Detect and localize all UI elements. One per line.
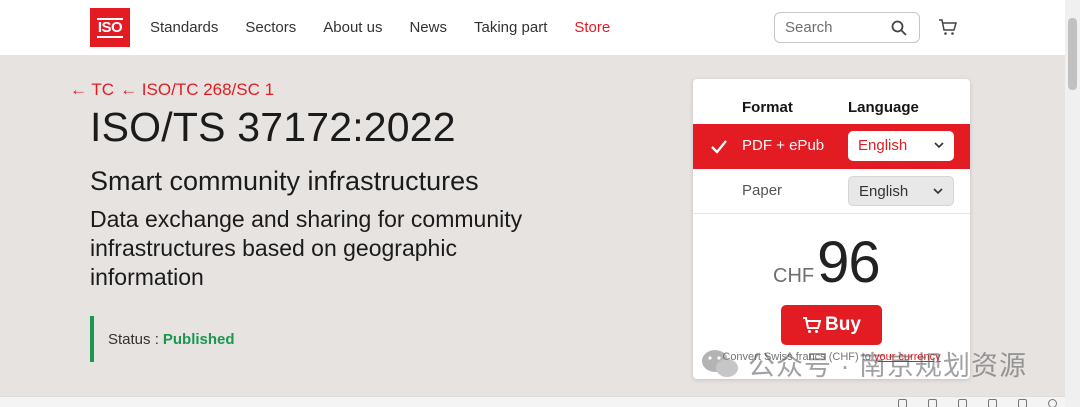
comment-icon[interactable] [1018,399,1027,407]
language-select-pdf[interactable]: English [848,131,954,161]
language-value: English [859,183,909,200]
format-header: Format [742,99,793,116]
delete-icon[interactable] [958,399,967,407]
iso-logo[interactable]: ISO [90,8,130,47]
watermark: 公众号 · 南京规划资源 [700,344,1027,383]
page-title: ISO/TS 37172:2022 [90,104,456,150]
chevron-down-icon [933,188,943,195]
price-amount: 96 [817,230,881,295]
nav-sectors[interactable]: Sectors [245,18,296,38]
breadcrumb: ← TC ← ISO/TC 268/SC 1 [70,80,274,100]
link-icon[interactable] [898,399,907,407]
price: CHF 96 [773,229,881,296]
language-select-paper[interactable]: English [848,176,954,206]
cart-icon[interactable] [938,18,958,36]
wechat-icon [702,349,738,377]
bottom-toolbar [0,396,1065,407]
nav-standards[interactable]: Standards [150,18,218,38]
format-label: PDF + ePub [742,137,825,154]
more-icon[interactable] [1048,399,1057,407]
nav-about-us[interactable]: About us [323,18,382,38]
language-header: Language [848,99,919,116]
chevron-down-icon [934,142,944,149]
standard-description: Data exchange and sharing for community … [90,206,523,290]
purchase-card: Format Language PDF + ePub English Paper… [693,79,970,379]
price-currency: CHF [773,265,815,287]
buy-label: Buy [825,314,861,335]
watermark-text: 公众号 · 南京规划资源 [748,351,1027,381]
language-value: English [858,137,908,154]
scrollbar-thumb[interactable] [1068,18,1077,90]
like-icon[interactable] [988,399,997,407]
copy-icon[interactable] [928,399,937,407]
breadcrumb-subcommittee-link[interactable]: ← ISO/TC 268/SC 1 [120,80,274,100]
status-box: Status : Published [90,316,235,362]
standard-subtitle: Smart community infrastructures [90,166,479,196]
top-navigation-bar: ISO Standards Sectors About us News Taki… [0,0,1065,56]
vertical-scrollbar[interactable] [1065,0,1080,407]
status-badge: Published [162,330,235,348]
cart-icon [803,317,822,333]
search-input[interactable] [785,19,885,36]
nav-taking-part[interactable]: Taking part [474,18,547,38]
search-icon[interactable] [891,20,907,36]
nav-news[interactable]: News [409,18,447,38]
search-box [774,12,920,43]
breadcrumb-tc-link[interactable]: ← TC [70,80,114,100]
format-option-pdf-epub[interactable]: PDF + ePub English [693,124,970,169]
status-label: Status : [108,330,159,348]
buy-button[interactable]: Buy [781,305,882,345]
nav-store[interactable]: Store [574,18,610,38]
format-label: Paper [742,182,783,199]
format-option-paper[interactable]: Paper English [693,169,970,214]
check-icon [711,140,727,154]
main-nav: Standards Sectors About us News Taking p… [150,18,637,38]
